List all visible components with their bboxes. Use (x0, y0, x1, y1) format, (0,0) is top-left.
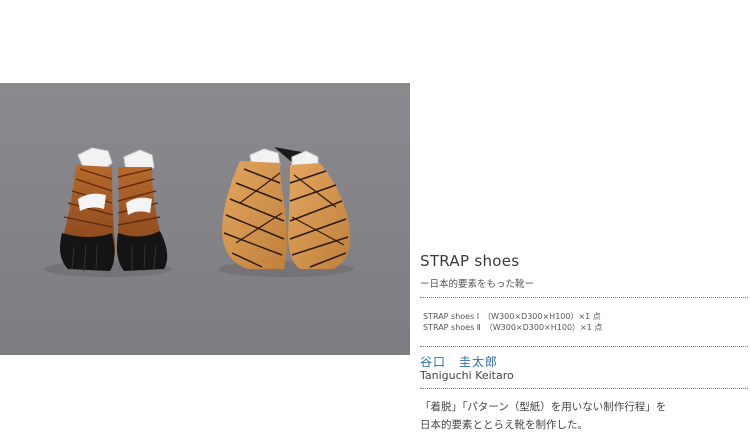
description-line: 日本的要素ととらえ靴を制作した。 (420, 419, 588, 431)
description-line: 「着脱」「パターン（型紙）を用いない制作行程」を (420, 401, 667, 413)
author-name-japanese: 谷口 圭太郎 (420, 355, 499, 369)
spec-line: STRAP shoes Ⅰ （W300×D300×H100）×1 点 (423, 312, 601, 321)
spec-line: STRAP shoes Ⅱ （W300×D300×H100）×1 点 (423, 323, 603, 332)
product-photo (0, 83, 410, 355)
work-subtitle: ー日本的要素をもった靴ー (420, 279, 535, 290)
author-name-romanized: Taniguchi Keitaro (420, 369, 514, 382)
divider (420, 388, 748, 389)
shoes-illustration (44, 147, 354, 277)
strap-shoe-pair-1 (44, 147, 172, 277)
strap-shoe-pair-2 (218, 147, 354, 277)
divider (420, 297, 748, 298)
work-title: STRAP shoes (420, 252, 520, 270)
divider (420, 346, 748, 347)
